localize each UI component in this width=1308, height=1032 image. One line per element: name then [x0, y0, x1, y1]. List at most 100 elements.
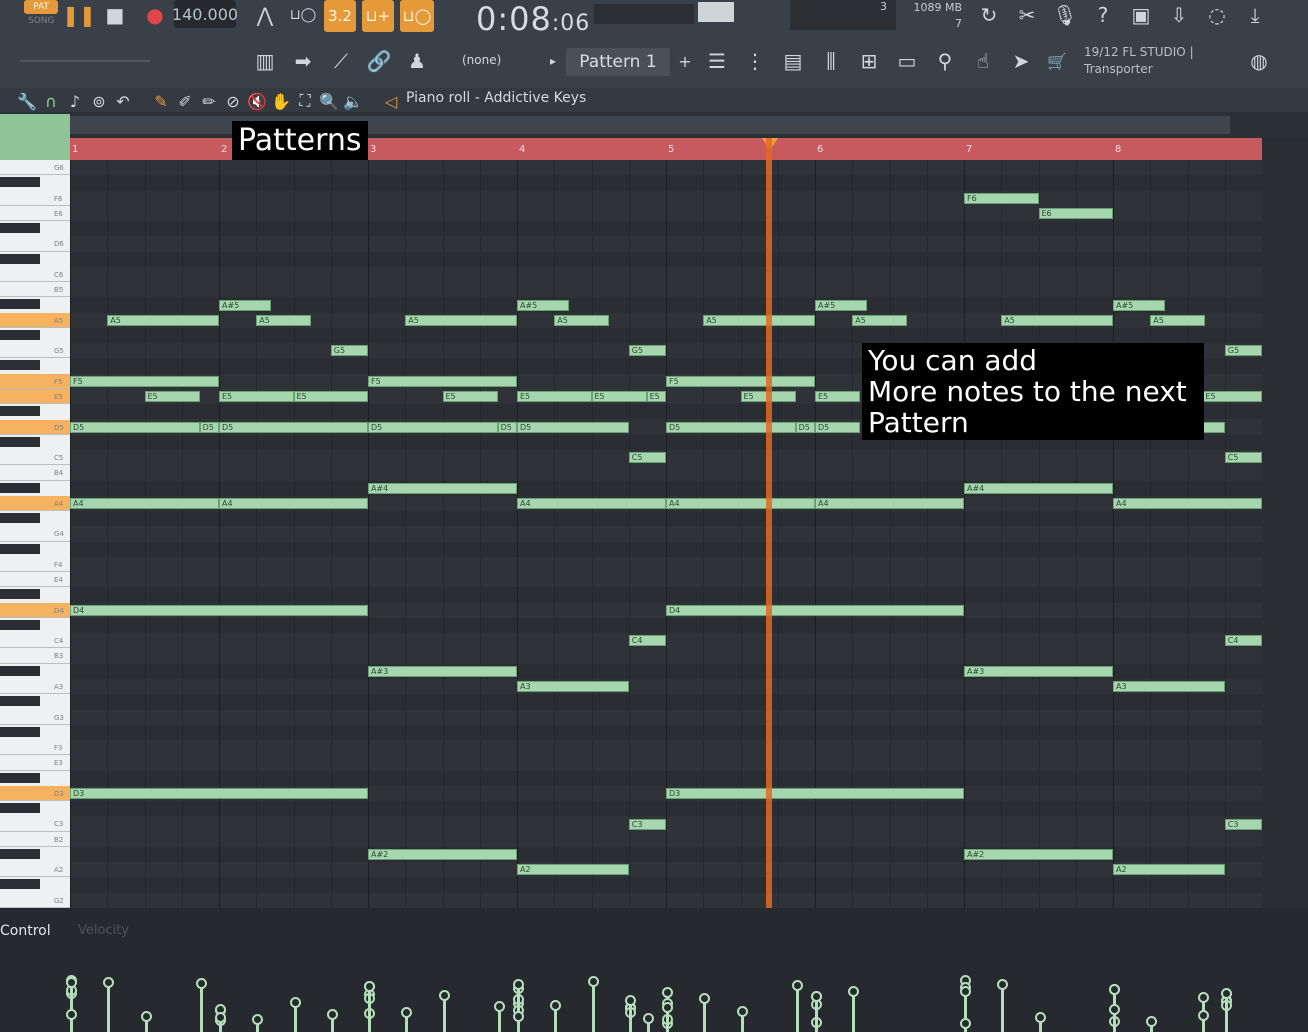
playback-icon[interactable]: 🔈: [338, 86, 368, 116]
note[interactable]: C3: [628, 818, 666, 830]
note[interactable]: A5: [554, 314, 610, 326]
velocity-handle[interactable]: [364, 981, 375, 992]
black-key[interactable]: [0, 696, 40, 707]
velocity-handle[interactable]: [513, 1011, 524, 1022]
black-key[interactable]: [0, 513, 40, 524]
note[interactable]: E5: [442, 391, 498, 403]
note[interactable]: C4: [1224, 635, 1262, 647]
note[interactable]: C5: [628, 452, 666, 464]
black-key[interactable]: [0, 589, 40, 600]
note[interactable]: A#5: [1113, 299, 1166, 311]
note[interactable]: G5: [330, 345, 368, 357]
black-key[interactable]: [0, 253, 40, 264]
note[interactable]: A#4: [964, 482, 1113, 494]
note[interactable]: A#4: [368, 482, 517, 494]
velocity-handle[interactable]: [736, 1006, 748, 1017]
blend-record-button[interactable]: ⊔+: [362, 0, 394, 32]
black-key[interactable]: [0, 299, 40, 310]
note[interactable]: E5: [591, 391, 647, 403]
note[interactable]: A4: [666, 497, 815, 509]
note[interactable]: D3: [666, 788, 964, 799]
note[interactable]: A5: [405, 314, 517, 326]
arrow-right-icon[interactable]: ➡: [288, 46, 318, 76]
stop-icon[interactable]: ■: [100, 0, 130, 30]
note[interactable]: D5: [497, 421, 517, 433]
mixer-icon[interactable]: ⫼: [816, 46, 846, 76]
song-mode-label[interactable]: SONG: [28, 16, 55, 26]
note[interactable]: C5: [1224, 452, 1262, 464]
note[interactable]: A5: [1001, 314, 1113, 326]
add-pattern-icon[interactable]: +: [670, 46, 700, 76]
note[interactable]: A#2: [368, 849, 517, 861]
velocity-stem[interactable]: [795, 985, 799, 1032]
black-key[interactable]: [0, 879, 40, 890]
note[interactable]: C3: [1224, 818, 1262, 830]
velocity-handle[interactable]: [791, 980, 803, 991]
piano-icon[interactable]: ▥: [250, 46, 280, 76]
note[interactable]: [1202, 421, 1225, 433]
note[interactable]: D3: [70, 788, 368, 799]
note[interactable]: A5: [256, 314, 312, 326]
globe-icon[interactable]: ◍: [1244, 46, 1274, 76]
note[interactable]: A2: [517, 864, 629, 876]
velocity-handle[interactable]: [1034, 1012, 1046, 1023]
pause-icon[interactable]: ❚❚: [62, 0, 96, 30]
step-sequencer-icon[interactable]: ⋮: [740, 46, 770, 76]
velocity-handle[interactable]: [662, 987, 673, 998]
velocity-handle[interactable]: [642, 1013, 654, 1024]
velocity-handle[interactable]: [289, 997, 301, 1008]
black-key[interactable]: [0, 436, 40, 447]
black-key[interactable]: [0, 848, 40, 859]
link-icon[interactable]: 🔗: [364, 46, 394, 76]
microphone-icon[interactable]: 🎙: [1050, 0, 1080, 30]
note[interactable]: D5: [219, 421, 368, 433]
piano-roll-title[interactable]: Piano roll - Addictive Keys: [406, 90, 586, 106]
velocity-handle[interactable]: [66, 977, 77, 988]
note[interactable]: D5: [70, 421, 200, 433]
velocity-handle[interactable]: [438, 990, 450, 1001]
note[interactable]: A4: [815, 497, 964, 509]
chat-icon[interactable]: ◌: [1202, 0, 1232, 30]
black-key[interactable]: [0, 803, 40, 814]
black-key[interactable]: [0, 619, 40, 630]
note[interactable]: F5: [666, 375, 815, 387]
note[interactable]: G5: [1224, 345, 1262, 357]
plugin-picker-icon[interactable]: ➤: [1006, 46, 1036, 76]
note[interactable]: A5: [107, 314, 219, 326]
right-scroll-area[interactable]: [1262, 138, 1308, 908]
note[interactable]: G5: [628, 345, 666, 357]
song-time-display[interactable]: 0:08:06: [476, 0, 590, 38]
velocity-handle[interactable]: [493, 1001, 505, 1012]
note[interactable]: D5: [666, 421, 796, 433]
note[interactable]: E5: [815, 391, 860, 403]
channel-rack-icon[interactable]: ▤: [778, 46, 808, 76]
note[interactable]: D5: [199, 421, 219, 433]
tempo-display[interactable]: 140.000: [172, 0, 238, 28]
black-key[interactable]: [0, 177, 40, 188]
velocity-handle[interactable]: [1109, 984, 1120, 995]
note[interactable]: A4: [219, 497, 368, 509]
note[interactable]: E6: [1038, 207, 1113, 219]
control-label[interactable]: Control: [0, 923, 51, 939]
black-key[interactable]: [0, 772, 40, 783]
velocity-handle[interactable]: [215, 1012, 226, 1023]
black-key[interactable]: [0, 406, 40, 417]
note[interactable]: E5: [646, 391, 666, 403]
help-icon[interactable]: ?: [1088, 0, 1118, 30]
pattern-tag-button[interactable]: 3.2: [324, 0, 356, 32]
note[interactable]: E5: [219, 391, 294, 403]
note[interactable]: F6: [964, 192, 1039, 204]
black-key[interactable]: [0, 223, 40, 234]
snap-select[interactable]: (none): [462, 53, 501, 67]
brush-icon[interactable]: ⟋: [326, 46, 356, 76]
note[interactable]: A3: [1113, 681, 1225, 693]
note[interactable]: A#3: [368, 665, 517, 677]
black-key[interactable]: [0, 665, 40, 676]
stamp-icon[interactable]: ♟: [402, 46, 432, 76]
velocity-stem[interactable]: [107, 982, 111, 1032]
note[interactable]: A#2: [964, 849, 1113, 861]
note[interactable]: A4: [70, 497, 219, 509]
note[interactable]: A4: [1113, 497, 1262, 509]
note[interactable]: E5: [293, 391, 368, 403]
velocity-handle[interactable]: [66, 1009, 77, 1020]
